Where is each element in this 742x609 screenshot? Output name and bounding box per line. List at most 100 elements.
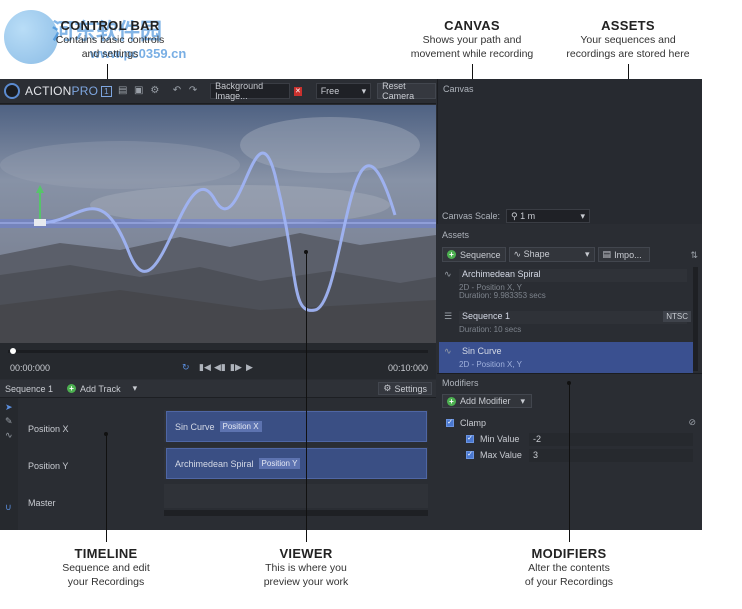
annotation-title: ASSETS — [601, 18, 655, 33]
shape-icon: ∿ — [513, 249, 522, 259]
annotation-desc: Shows your path and — [422, 34, 522, 46]
sequence-label: Sequence — [460, 249, 501, 260]
brand-name: ACTIONPRO — [25, 84, 98, 98]
redo-icon[interactable]: ↷ — [188, 85, 198, 97]
max-value-label: Max Value — [480, 450, 522, 460]
clip-sin-curve[interactable]: Sin Curve Position X — [166, 411, 427, 442]
assets-panel: Assets + Sequence ∿ Shape ▾ ▤ Impo... ⇅ … — [437, 225, 702, 373]
asset-name: Sequence 1 — [459, 311, 687, 324]
annotation-desc: Your sequences and — [580, 34, 676, 46]
settings-label: Settings — [394, 383, 427, 394]
timeline-scrollbar[interactable] — [164, 510, 428, 516]
track-label-master: Master — [28, 498, 56, 508]
annotation-desc: of your Recordings — [524, 576, 614, 588]
annotation-desc: This is where you — [265, 562, 347, 574]
asset-meta: 2D - Position X, Y — [459, 361, 522, 369]
brand: ACTIONPRO 1 — [4, 83, 112, 99]
asset-name: Sin Curve — [462, 346, 502, 356]
clamp-label: Clamp — [460, 418, 487, 428]
leader-line — [306, 252, 307, 542]
save-icon[interactable]: ▣ — [134, 85, 144, 97]
step-forward-icon[interactable]: ▮▶ — [230, 362, 242, 373]
asset-meta-duration: Duration: 9.983353 secs — [459, 291, 546, 300]
annotation-title: CONTROL BAR — [60, 18, 160, 33]
plus-icon: + — [447, 396, 456, 406]
assets-scrollbar[interactable] — [693, 267, 698, 371]
annotation-desc: Sequence and edit — [62, 562, 150, 574]
chevron-down-icon: ▾ — [361, 85, 367, 96]
folder-icon: ▤ — [602, 249, 612, 259]
annotation-canvas: CANVAS Shows your path and movement whil… — [397, 18, 547, 61]
chevron-down-icon: ▾ — [520, 395, 526, 406]
magnet-icon[interactable]: ∪ — [5, 502, 15, 512]
timeline-sequence-name: Sequence 1 — [5, 383, 54, 394]
canvas-panel[interactable]: Canvas — [437, 79, 702, 224]
clip-archimedean-spiral[interactable]: Archimedean Spiral Position Y — [166, 448, 427, 479]
time-start: 00:00:000 — [10, 363, 51, 373]
track-lane — [164, 484, 428, 508]
undo-icon[interactable]: ↶ — [172, 85, 182, 97]
assets-title: Assets — [442, 230, 470, 240]
step-back-icon[interactable]: ◀▮ — [214, 362, 226, 373]
background-image-select[interactable]: Background Image... — [210, 81, 291, 101]
select-tool-icon[interactable]: ➤ — [5, 402, 15, 412]
gear-icon[interactable]: ⚙ — [150, 85, 160, 97]
annotation-assets: ASSETS Your sequences and recordings are… — [553, 18, 703, 61]
playhead-handle[interactable] — [10, 348, 16, 354]
annotation-desc: and settings — [81, 48, 139, 60]
add-modifier-button[interactable]: + Add Modifier ▾ — [442, 394, 532, 408]
add-modifier-label: Add Modifier — [460, 396, 511, 406]
clip-name: Archimedean Spiral — [175, 458, 254, 469]
asset-item-sequence-1[interactable]: ☰ Sequence 1 NTSC Duration: 10 secs — [439, 307, 693, 341]
max-value-checkbox[interactable]: ✓ — [466, 451, 474, 459]
canvas-scale-select[interactable]: ⚲ 1 m ▾ — [506, 209, 591, 223]
remove-modifier-icon[interactable]: ⊘ — [688, 417, 696, 428]
max-value-field[interactable]: 3 — [529, 449, 693, 462]
clamp-checkbox[interactable]: ✓ — [446, 419, 454, 427]
annotation-desc: movement while recording — [410, 48, 534, 60]
min-value-checkbox[interactable]: ✓ — [466, 435, 474, 443]
import-button[interactable]: ▤ Impo... — [597, 247, 650, 262]
timeline-settings-button[interactable]: ⚙ Settings — [378, 382, 432, 395]
play-icon[interactable]: ▶ — [246, 362, 253, 373]
curve-icon: ∿ — [444, 269, 452, 279]
min-value-field[interactable]: -2 — [529, 433, 693, 446]
curve-icon: ∿ — [444, 346, 452, 356]
curve-tool-icon[interactable]: ∿ — [5, 430, 15, 440]
shape-button[interactable]: ∿ Shape ▾ — [508, 247, 595, 262]
leader-line — [569, 383, 570, 542]
annotation-desc: Alter the contents — [528, 562, 610, 574]
scrub-bar[interactable] — [8, 350, 428, 353]
brand-pro: PRO — [71, 84, 99, 98]
timeline: Sequence 1 + Add Track ▾ ⚙ Settings ➤ ✎ … — [0, 380, 436, 530]
asset-meta-duration: Duration: 10 secs — [459, 325, 522, 334]
annotation-title: MODIFIERS — [531, 546, 607, 561]
brand-action: ACTION — [25, 84, 72, 98]
plus-icon: + — [67, 384, 77, 393]
annotation-desc: your Recordings — [67, 576, 145, 588]
camera-mode-select[interactable]: Free ▾ — [315, 83, 372, 99]
asset-name: Archimedean Spiral — [459, 269, 687, 282]
asset-item-sin-curve[interactable]: ∿ Sin Curve 2D - Position X, Y — [439, 342, 693, 373]
loop-icon[interactable]: ↻ — [182, 362, 190, 373]
annotation-desc: preview your work — [263, 576, 349, 588]
asset-item-archimedean-spiral[interactable]: ∿ Archimedean Spiral 2D - Position X, Y … — [439, 265, 693, 300]
pen-tool-icon[interactable]: ✎ — [5, 416, 15, 426]
reset-camera-button[interactable]: Reset Camera — [377, 81, 437, 101]
camera-marker[interactable] — [34, 219, 46, 226]
open-folder-icon[interactable]: ▤ — [118, 85, 128, 97]
min-value-label: Min Value — [480, 434, 520, 444]
annotation-title: VIEWER — [279, 546, 333, 561]
annotation-title: TIMELINE — [74, 546, 138, 561]
annotation-desc: recordings are stored here — [566, 48, 690, 60]
background-image-label: Background Image... — [215, 81, 264, 101]
transport-bar: 00:00:000 ↻ ▮◀ ◀▮ ▮▶ ▶ 00:10:000 — [0, 343, 436, 379]
viewer[interactable] — [0, 105, 436, 343]
timeline-header: Sequence 1 + Add Track ▾ ⚙ Settings — [0, 380, 436, 398]
add-track-button[interactable]: + Add Track ▾ — [67, 383, 137, 394]
new-sequence-button[interactable]: + Sequence — [442, 247, 506, 262]
clear-background-icon[interactable]: ✕ — [294, 86, 302, 96]
time-end: 00:10:000 — [387, 363, 428, 373]
skip-back-icon[interactable]: ▮◀ — [199, 362, 211, 373]
sort-icon[interactable]: ⇅ — [690, 250, 698, 261]
